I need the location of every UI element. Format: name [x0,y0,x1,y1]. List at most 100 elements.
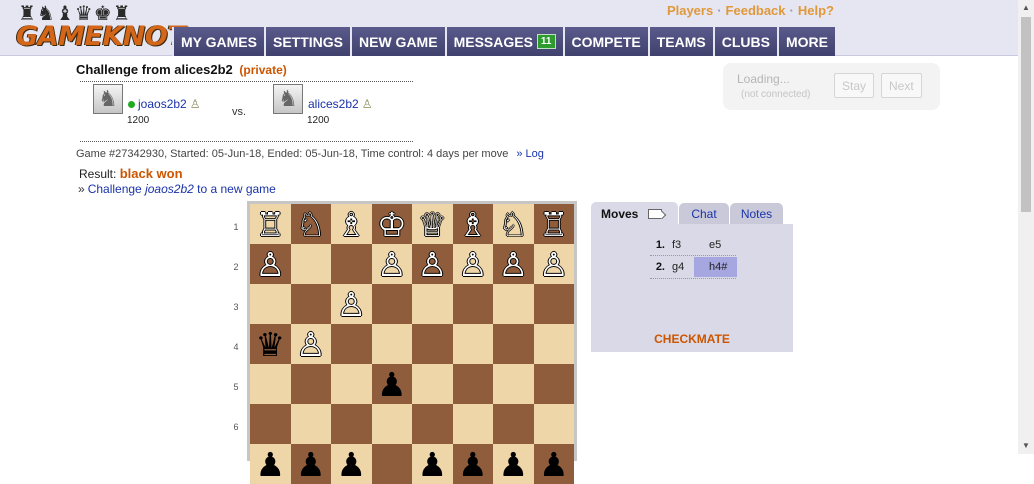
board-square[interactable]: ♘ [290,204,331,244]
board-square[interactable]: ♙ [290,324,331,364]
board-square[interactable] [331,324,372,364]
white-piece-icon[interactable]: ♗ [336,208,366,241]
board-square[interactable] [493,364,534,404]
board-square[interactable] [452,364,493,404]
rematch-challenge-link[interactable]: » Challenge joaos2b2 to a new game [78,182,276,196]
board-square[interactable]: ♖ [533,204,574,244]
board-square[interactable]: ♔ [371,204,412,244]
scroll-up-arrow-icon[interactable]: ▲ [1018,0,1034,16]
white-piece-icon[interactable]: ♔ [377,208,407,241]
board-square[interactable] [250,364,291,404]
black-piece-icon[interactable]: ♟ [336,448,366,481]
board-square[interactable] [452,404,493,444]
black-piece-icon[interactable]: ♟ [458,448,488,481]
black-piece-icon[interactable]: ♟ [255,448,285,481]
white-move[interactable]: f3 [672,239,681,251]
white-piece-icon[interactable]: ♙ [417,248,447,281]
black-player-link[interactable]: alices2b2 [308,97,359,111]
board-square[interactable] [331,364,372,404]
nav-my-games[interactable]: MY GAMES [172,27,264,56]
board-square[interactable]: ♟ [290,444,331,484]
tab-moves[interactable]: Moves [591,202,678,225]
board-square[interactable] [452,284,493,324]
board-square[interactable] [533,324,574,364]
white-piece-icon[interactable]: ♙ [336,288,366,321]
board-square[interactable] [250,284,291,324]
board-square[interactable] [331,404,372,444]
board-square[interactable] [250,404,291,444]
board-square[interactable] [533,404,574,444]
board-square[interactable] [290,404,331,444]
avatar[interactable]: ♞ [273,84,303,114]
white-piece-icon[interactable]: ♖ [539,208,569,241]
board-square[interactable] [290,364,331,404]
board-square[interactable]: ♙ [412,244,453,284]
page-scrollbar[interactable]: ▲ ▼ [1018,0,1034,454]
white-player-link[interactable]: joaos2b2 [138,97,187,111]
nav-clubs[interactable]: CLUBS [712,27,777,56]
board-square[interactable] [533,284,574,324]
board-square[interactable]: ♟ [493,444,534,484]
white-piece-icon[interactable]: ♗ [458,208,488,241]
board-square[interactable] [412,284,453,324]
board-square[interactable] [371,284,412,324]
black-move[interactable]: e5 [694,235,737,255]
board-square[interactable] [371,324,412,364]
chess-board[interactable]: ♖ ♘ ♗ ♔ ♕ ♗ ♘ ♖ ♙ ♙ ♙ ♙ ♙ ♙ ♙ ♛ ♙ ♟ ♟ ♟ ♟ ♟ ♟ ♟ ♟ [250,204,574,484]
board-square[interactable]: ♙ [452,244,493,284]
board-square[interactable]: ♖ [250,204,291,244]
white-piece-icon[interactable]: ♘ [498,208,528,241]
board-square[interactable]: ♙ [493,244,534,284]
board-square[interactable]: ♘ [493,204,534,244]
board-square[interactable] [290,244,331,284]
board-square[interactable]: ♟ [250,444,291,484]
black-piece-icon[interactable]: ♟ [498,448,528,481]
board-square[interactable] [331,244,372,284]
white-piece-icon[interactable]: ♘ [296,208,326,241]
nav-more[interactable]: MORE [776,27,835,56]
scroll-down-arrow-icon[interactable]: ▼ [1018,438,1034,454]
board-square[interactable]: ♙ [371,244,412,284]
tab-notes[interactable]: Notes [730,203,783,225]
white-piece-icon[interactable]: ♙ [296,328,326,361]
board-square[interactable]: ♟ [371,364,412,404]
avatar[interactable]: ♞ [93,84,123,114]
board-square[interactable]: ♕ [412,204,453,244]
board-square[interactable] [452,324,493,364]
players-link[interactable]: Players [667,3,713,18]
white-piece-icon[interactable]: ♙ [498,248,528,281]
board-square[interactable] [412,404,453,444]
board-square[interactable]: ♛ [250,324,291,364]
board-square[interactable]: ♟ [412,444,453,484]
board-square[interactable]: ♗ [331,204,372,244]
stay-button[interactable]: Stay [834,73,875,98]
white-piece-icon[interactable]: ♖ [255,208,285,241]
board-square[interactable]: ♟ [533,444,574,484]
feedback-link[interactable]: Feedback [726,3,786,18]
black-piece-icon[interactable]: ♟ [377,368,407,401]
gameknot-logo[interactable]: ♜♞♝♛♚♜ GAMEKNOT [14,2,186,54]
board-square[interactable] [371,444,412,484]
board-square[interactable]: ♙ [533,244,574,284]
board-square[interactable]: ♙ [250,244,291,284]
nav-teams[interactable]: TEAMS [647,27,713,56]
board-square[interactable]: ♙ [331,284,372,324]
nav-new-game[interactable]: NEW GAME [350,27,445,56]
white-move[interactable]: g4 [672,261,684,273]
board-square[interactable] [371,404,412,444]
board-square[interactable] [290,284,331,324]
black-piece-icon[interactable]: ♛ [255,328,285,361]
help-link[interactable]: Help? [798,3,834,18]
black-move-current[interactable]: h4# [694,257,737,277]
nav-settings[interactable]: SETTINGS [263,27,350,56]
tab-chat[interactable]: Chat [679,203,729,225]
nav-compete[interactable]: COMPETE [562,27,648,56]
scrollbar-thumb[interactable] [1021,17,1031,212]
white-piece-icon[interactable]: ♙ [377,248,407,281]
edit-note-icon[interactable] [648,208,663,219]
white-piece-icon[interactable]: ♙ [458,248,488,281]
nav-messages[interactable]: MESSAGES 11 [444,27,563,56]
log-link[interactable]: » Log [516,148,544,160]
board-square[interactable]: ♗ [452,204,493,244]
board-square[interactable] [493,404,534,444]
